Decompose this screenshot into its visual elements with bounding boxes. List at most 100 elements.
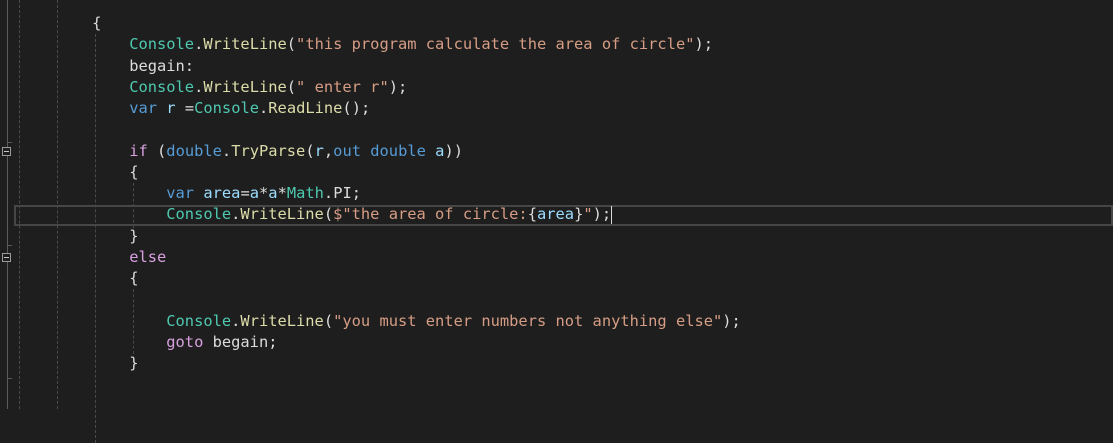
token-punct: ); — [722, 311, 741, 330]
token-punct: { — [527, 205, 537, 224]
token-var: a — [268, 184, 278, 202]
token-var: area — [536, 205, 575, 224]
token-punct: * — [259, 184, 269, 202]
token-punct: * — [277, 184, 287, 202]
token-class: Console — [129, 35, 195, 54]
token-punct: ); — [694, 35, 714, 54]
token-punct: ); — [388, 77, 408, 96]
code-line[interactable]: var r =Console.ReadLine(); — [18, 98, 741, 119]
code-line[interactable]: begain: — [18, 56, 741, 77]
token-string: "you must enter numbers not anything els… — [333, 311, 723, 330]
code-line[interactable]: { — [18, 13, 741, 34]
token-punct: ( — [323, 205, 334, 224]
code-text[interactable]: { Console.WriteLine("this program calcul… — [18, 13, 741, 374]
outline-margin — [7, 0, 8, 409]
code-line[interactable]: Console.WriteLine(" enter r"); — [18, 77, 741, 98]
token-punct: ( — [305, 141, 315, 160]
token-punct: )) — [444, 141, 463, 160]
token-punct: ( — [323, 311, 334, 330]
token-punct: { — [18, 269, 139, 287]
token-punct: (); — [342, 99, 371, 117]
code-line[interactable]: var area=a*a*Math.PI; — [18, 183, 741, 204]
code-editor[interactable]: { Console.WriteLine("this program calcul… — [0, 0, 1113, 443]
token-punct: = — [175, 99, 195, 117]
code-line[interactable]: Console.WriteLine("you must enter number… — [18, 311, 741, 332]
code-line[interactable]: if (double.TryParse(r,out double a)) — [18, 141, 741, 162]
code-line[interactable]: else — [18, 247, 741, 268]
token-method: WriteLine — [203, 35, 287, 54]
text-caret — [611, 205, 613, 224]
code-line[interactable] — [18, 289, 741, 310]
token-method: WriteLine — [240, 311, 324, 330]
token-ctrl: if — [129, 141, 148, 160]
token-class: Console — [166, 205, 232, 224]
code-line[interactable]: Console.WriteLine("this program calculat… — [18, 34, 741, 55]
token-punct: } — [18, 226, 139, 245]
token-var: area — [203, 184, 241, 202]
code-line[interactable]: Console.WriteLine($"the area of circle:{… — [18, 204, 741, 225]
code-line[interactable]: } — [18, 226, 741, 247]
token-var: r — [314, 141, 324, 160]
token-plain: begain; — [203, 332, 278, 351]
token-punct: . — [194, 35, 204, 54]
token-ctrl: else — [129, 247, 167, 266]
outline-tick — [7, 378, 12, 379]
token-kw: var — [166, 184, 195, 202]
token-string: $"the area of circle: — [333, 205, 528, 224]
token-punct: ); — [592, 205, 612, 224]
token-ctrl: goto — [166, 332, 204, 351]
token-method: WriteLine — [203, 77, 287, 96]
token-punct: . — [259, 99, 269, 117]
code-line[interactable]: } — [18, 353, 741, 374]
code-line[interactable]: goto begain; — [18, 332, 741, 353]
collapse-if-block-icon[interactable] — [2, 147, 11, 156]
token-punct: . — [194, 77, 204, 96]
token-string: " — [583, 205, 593, 224]
token-var: r — [166, 99, 176, 117]
token-punct: , — [323, 141, 334, 160]
token-punct: ( — [147, 141, 167, 160]
token-kw: var — [129, 99, 158, 117]
token-punct: } — [574, 205, 584, 224]
token-punct: { — [18, 162, 139, 181]
token-var: a — [249, 184, 259, 202]
token-kw: double — [166, 141, 222, 160]
code-line[interactable] — [18, 119, 741, 140]
token-class: Math — [286, 184, 324, 202]
collapse-else-block-icon[interactable] — [2, 253, 11, 262]
token-punct: .PI; — [323, 184, 361, 202]
code-line[interactable]: { — [18, 268, 741, 289]
token-class: Console — [166, 311, 232, 330]
token-method: TryParse — [231, 141, 306, 160]
token-class: Console — [194, 99, 259, 117]
code-line[interactable]: { — [18, 162, 741, 183]
token-kw: out — [333, 141, 361, 160]
token-kw: double — [370, 141, 426, 160]
token-punct: ( — [286, 77, 297, 96]
token-punct: { — [18, 14, 102, 32]
token-string: " enter r" — [296, 77, 389, 96]
token-punct: ( — [286, 35, 297, 54]
token-punct: . — [221, 141, 232, 160]
outline-tick — [7, 142, 12, 143]
token-punct: } — [18, 354, 139, 372]
token-method: WriteLine — [240, 205, 324, 224]
token-method: ReadLine — [268, 99, 343, 117]
token-plain: begain: — [18, 56, 195, 75]
token-punct: = — [240, 184, 250, 202]
outline-tick — [7, 245, 12, 246]
token-class: Console — [129, 77, 195, 96]
